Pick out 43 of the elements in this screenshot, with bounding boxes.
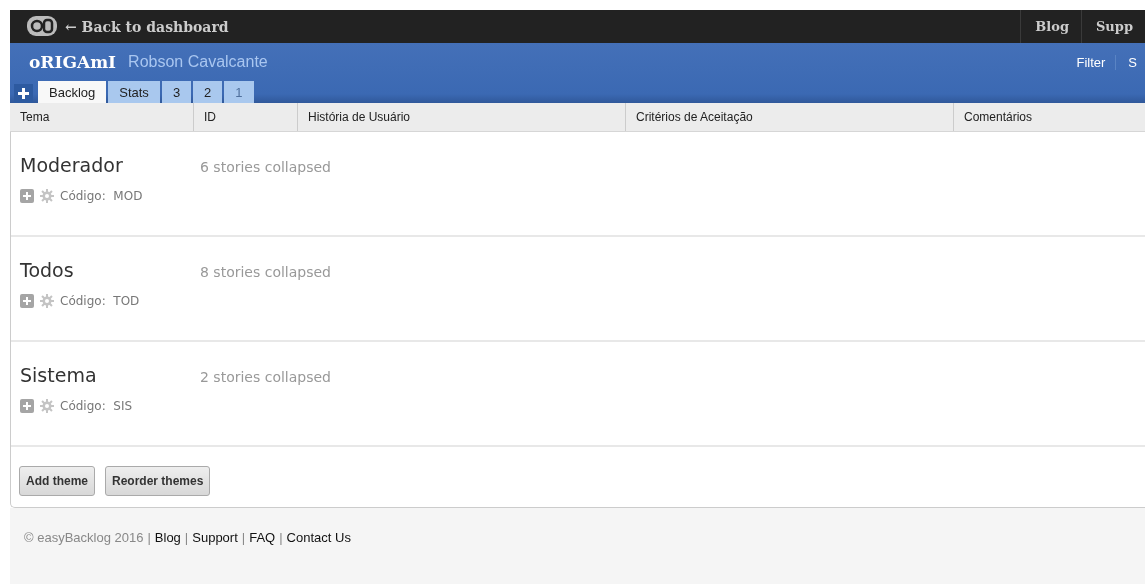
- theme-button[interactable]: Add theme: [19, 466, 95, 496]
- expand-icon[interactable]: [20, 294, 34, 308]
- plus-icon: [18, 88, 29, 99]
- gear-icon[interactable]: [40, 189, 54, 203]
- theme-name: Todos: [20, 259, 75, 281]
- column-header: História de Usuário: [297, 103, 625, 131]
- theme-name: Moderador: [20, 154, 124, 176]
- footer-link[interactable]: Contact Us: [286, 530, 351, 545]
- theme-code: Código: SIS: [60, 399, 133, 413]
- stories-collapsed-text: 6 stories collapsed: [200, 159, 331, 175]
- theme-code: Código: MOD: [60, 189, 143, 203]
- column-header: ID: [193, 103, 297, 131]
- expand-icon[interactable]: [20, 189, 34, 203]
- stories-collapsed-text: 8 stories collapsed: [200, 264, 331, 280]
- stories-collapsed-text: 2 stories collapsed: [200, 369, 331, 385]
- backlog-title: oRIGAmI: [29, 52, 117, 72]
- theme-button[interactable]: Reorder themes: [105, 466, 211, 496]
- account-name: Robson Cavalcante: [128, 53, 268, 71]
- tab[interactable]: Backlog: [38, 81, 107, 103]
- footer-link[interactable]: Blog: [154, 530, 181, 545]
- theme-name: Sistema: [20, 364, 98, 386]
- header-action-link[interactable]: Filter: [1076, 54, 1116, 70]
- column-header: Comentários: [953, 103, 1145, 131]
- footer-link[interactable]: Support: [192, 530, 238, 545]
- back-to-dashboard-link[interactable]: ← Back to dashboard: [65, 18, 229, 35]
- gear-icon[interactable]: [40, 294, 54, 308]
- add-tab-button[interactable]: [14, 84, 33, 103]
- footer-link[interactable]: FAQ: [249, 530, 276, 545]
- tab[interactable]: Stats: [108, 81, 160, 103]
- header-action-link[interactable]: S: [1115, 54, 1145, 70]
- copyright-text: © easyBacklog 2016: [24, 530, 144, 545]
- footer-separator: |: [184, 530, 189, 545]
- footer-separator: |: [241, 530, 246, 545]
- column-header: Tema: [19, 109, 51, 126]
- expand-icon[interactable]: [20, 399, 34, 413]
- footer-separator: |: [279, 530, 283, 545]
- column-header: Critérios de Aceitação: [625, 103, 953, 131]
- tab[interactable]: 2: [193, 81, 223, 103]
- logo-icon[interactable]: [27, 16, 57, 36]
- theme-code: Código: TOD: [60, 294, 140, 308]
- footer-separator: |: [147, 530, 151, 545]
- tab[interactable]: 3: [161, 81, 192, 103]
- gear-icon[interactable]: [40, 399, 54, 413]
